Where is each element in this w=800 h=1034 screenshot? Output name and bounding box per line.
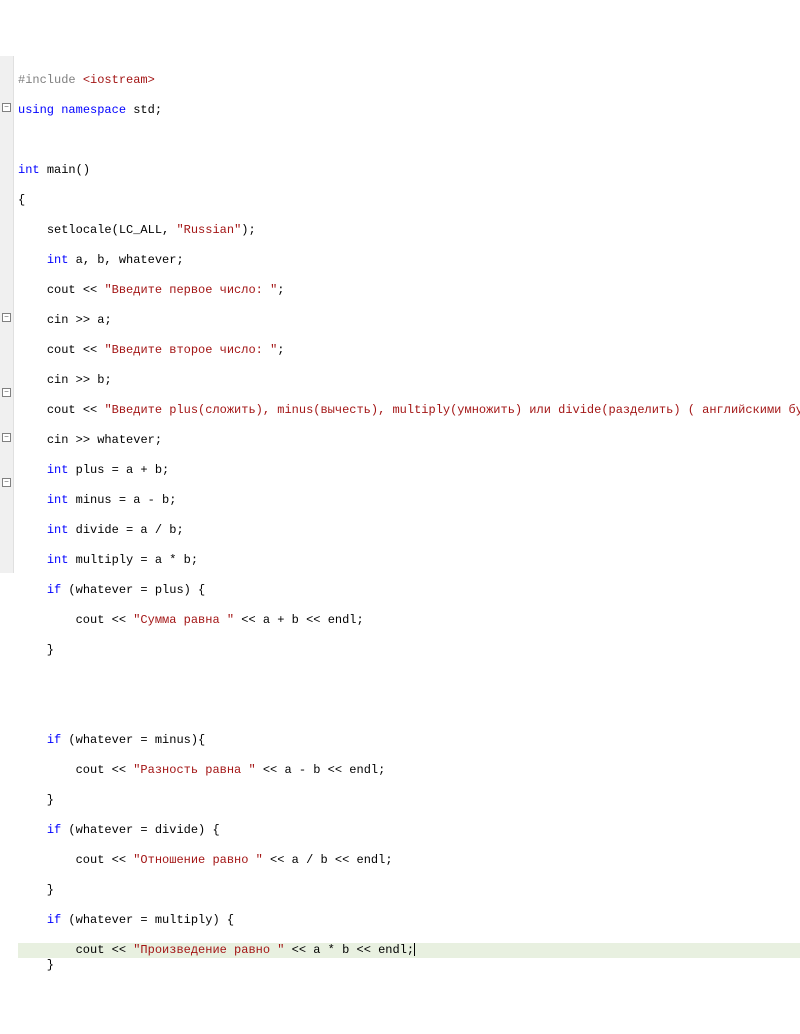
code-line[interactable]: int multiply = a * b; bbox=[18, 553, 800, 568]
code-line[interactable]: int minus = a - b; bbox=[18, 493, 800, 508]
keyword-int: int bbox=[47, 253, 69, 267]
minus-decl: minus = a - b; bbox=[76, 493, 177, 507]
fold-gutter: − − − − − bbox=[0, 56, 14, 573]
cout: cout bbox=[47, 403, 76, 417]
cond-minus: (whatever = minus){ bbox=[68, 733, 205, 747]
expr-prod: a * b bbox=[313, 943, 349, 957]
code-line[interactable]: { bbox=[18, 193, 800, 208]
keyword-int: int bbox=[47, 523, 69, 537]
string-literal: "Введите второе число: " bbox=[104, 343, 277, 357]
var-whatever: whatever bbox=[97, 433, 155, 447]
code-line[interactable]: cout << "Сумма равна " << a + b << endl; bbox=[18, 613, 800, 628]
string-literal: "Произведение равно " bbox=[133, 943, 284, 957]
code-line[interactable]: setlocale(LC_ALL, "Russian"); bbox=[18, 223, 800, 238]
code-line[interactable]: cin >> a; bbox=[18, 313, 800, 328]
code-line[interactable]: if (whatever = multiply) { bbox=[18, 913, 800, 928]
code-line-active[interactable]: cout << "Произведение равно " << a * b <… bbox=[18, 943, 800, 958]
divide-decl: divide = a / b; bbox=[76, 523, 184, 537]
code-line[interactable]: cout << "Введите plus(сложить), minus(вы… bbox=[18, 403, 800, 418]
expr-diff: a - b bbox=[284, 763, 320, 777]
code-line[interactable]: if (whatever = divide) { bbox=[18, 823, 800, 838]
code-line[interactable]: using namespace std; bbox=[18, 103, 800, 118]
code-line[interactable] bbox=[18, 673, 800, 688]
var-decl: a, b, whatever; bbox=[76, 253, 184, 267]
cout: cout bbox=[76, 853, 105, 867]
cin: cin bbox=[47, 433, 69, 447]
cout: cout bbox=[76, 613, 105, 627]
endl: endl bbox=[328, 613, 357, 627]
code-line[interactable]: cout << "Введите первое число: "; bbox=[18, 283, 800, 298]
code-line[interactable]: cin >> whatever; bbox=[18, 433, 800, 448]
text-caret-icon bbox=[414, 943, 415, 956]
code-line[interactable]: int plus = a + b; bbox=[18, 463, 800, 478]
keyword-int: int bbox=[47, 463, 69, 477]
fold-toggle-icon[interactable]: − bbox=[2, 388, 11, 397]
code-area[interactable]: #include <iostream> using namespace std;… bbox=[14, 56, 800, 573]
cout: cout bbox=[76, 943, 105, 957]
cout: cout bbox=[76, 763, 105, 777]
code-line[interactable]: int main() bbox=[18, 163, 800, 178]
fold-toggle-icon[interactable]: − bbox=[2, 433, 11, 442]
cond-divide: (whatever = divide) { bbox=[68, 823, 219, 837]
cond-multiply: (whatever = multiply) { bbox=[68, 913, 234, 927]
code-line[interactable]: cout << "Разность равна " << a - b << en… bbox=[18, 763, 800, 778]
keyword-if: if bbox=[47, 913, 61, 927]
code-line[interactable]: if (whatever = minus){ bbox=[18, 733, 800, 748]
string-literal: "Разность равна " bbox=[133, 763, 255, 777]
code-line[interactable]: } bbox=[18, 643, 800, 658]
code-line[interactable] bbox=[18, 703, 800, 718]
code-line[interactable] bbox=[18, 133, 800, 148]
multiply-decl: multiply = a * b; bbox=[76, 553, 198, 567]
cin: cin bbox=[47, 373, 69, 387]
code-line[interactable] bbox=[18, 988, 800, 1003]
keyword-int: int bbox=[47, 553, 69, 567]
code-line[interactable]: int divide = a / b; bbox=[18, 523, 800, 538]
code-line[interactable]: } bbox=[18, 883, 800, 898]
string-literal: "Введите первое число: " bbox=[104, 283, 277, 297]
endl: endl bbox=[349, 763, 378, 777]
fn-setlocale: setlocale bbox=[47, 223, 112, 237]
endl: endl bbox=[357, 853, 386, 867]
code-line[interactable]: cin >> b; bbox=[18, 373, 800, 388]
angle-bracket: > bbox=[148, 73, 155, 87]
namespace-std: std bbox=[133, 103, 155, 117]
cin: cin bbox=[47, 313, 69, 327]
keyword-int: int bbox=[18, 163, 40, 177]
code-line[interactable]: cout << "Отношение равно " << a / b << e… bbox=[18, 853, 800, 868]
keyword-if: if bbox=[47, 733, 61, 747]
code-line[interactable]: #include <iostream> bbox=[18, 73, 800, 88]
include-lib: iostream bbox=[90, 73, 148, 87]
code-editor[interactable]: − − − − − #include <iostream> using name… bbox=[0, 56, 800, 573]
code-line[interactable]: if (whatever = plus) { bbox=[18, 583, 800, 598]
cout: cout bbox=[47, 283, 76, 297]
var-a: a bbox=[97, 313, 104, 327]
fold-toggle-icon[interactable]: − bbox=[2, 103, 11, 112]
endl: endl bbox=[378, 943, 407, 957]
code-line[interactable]: int a, b, whatever; bbox=[18, 253, 800, 268]
expr-ratio: a / b bbox=[292, 853, 328, 867]
cout: cout bbox=[47, 343, 76, 357]
var-b: b bbox=[97, 373, 104, 387]
code-line[interactable] bbox=[18, 1018, 800, 1033]
string-literal: "Отношение равно " bbox=[133, 853, 263, 867]
fn-main: main bbox=[47, 163, 76, 177]
code-line[interactable]: cout << "Введите второе число: "; bbox=[18, 343, 800, 358]
plus-decl: plus = a + b; bbox=[76, 463, 170, 477]
fold-toggle-icon[interactable]: − bbox=[2, 313, 11, 322]
keyword-int: int bbox=[47, 493, 69, 507]
code-line[interactable]: } bbox=[18, 958, 800, 973]
keyword-namespace: namespace bbox=[61, 103, 126, 117]
string-literal: "Сумма равна " bbox=[133, 613, 234, 627]
keyword-if: if bbox=[47, 823, 61, 837]
string-literal: "Введите plus(сложить), minus(вычесть), … bbox=[104, 403, 800, 417]
fold-toggle-icon[interactable]: − bbox=[2, 478, 11, 487]
lc-all-const: LC_ALL bbox=[119, 223, 162, 237]
string-literal: "Russian" bbox=[176, 223, 241, 237]
cond-plus: (whatever = plus) { bbox=[68, 583, 205, 597]
code-line[interactable]: } bbox=[18, 793, 800, 808]
expr-sum: a + b bbox=[263, 613, 299, 627]
angle-bracket: < bbox=[83, 73, 90, 87]
keyword-if: if bbox=[47, 583, 61, 597]
